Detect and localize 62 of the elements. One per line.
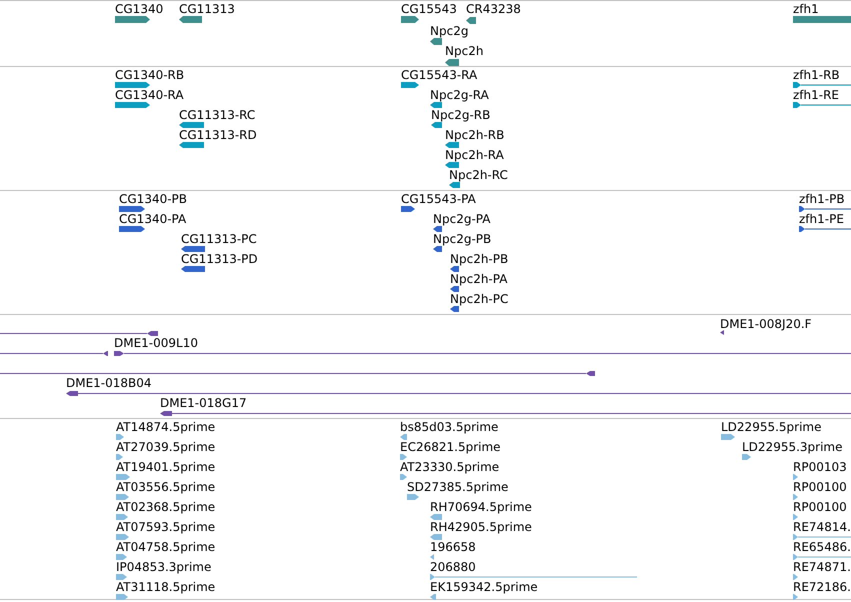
feature-label: LD22955.3prime <box>742 440 843 454</box>
feature-label: RH70694.5prime <box>430 500 532 514</box>
feature-label: CG11313-PC <box>181 232 257 246</box>
feature-label: Npc2h-RA <box>445 148 504 162</box>
feature-label: bs85d03.5prime <box>400 420 498 434</box>
feature-label: CG15543 <box>401 2 457 16</box>
feature-label: AT07593.5prime <box>116 520 216 534</box>
feature-label: Npc2h-PA <box>450 272 508 286</box>
feature-label: RE65486. <box>793 540 851 554</box>
feature-label: Npc2g-PB <box>433 232 492 246</box>
feature-label: AT03556.5prime <box>116 480 216 494</box>
feature-label: AT27039.5prime <box>116 440 216 454</box>
feature-label: AT14874.5prime <box>116 420 216 434</box>
feature-label: RP00100 <box>793 480 847 494</box>
feature-label: zfh1-RE <box>793 88 840 102</box>
feature-label: zfh1-PB <box>799 192 845 206</box>
feature-label: AT23330.5prime <box>400 460 500 474</box>
feature-label: CG15543-RA <box>401 68 478 82</box>
feature-label: Npc2h-PC <box>450 292 508 306</box>
feature-label: RP00100 <box>793 500 847 514</box>
feature-label: zfh1-RB <box>793 68 840 82</box>
feature-label: CG1340-RB <box>115 68 184 82</box>
feature-label: Npc2g-PA <box>433 212 490 226</box>
feature-label: Npc2h-RC <box>449 168 508 182</box>
feature-label: CG11313-RC <box>179 108 256 122</box>
feature-label: RH42905.5prime <box>430 520 532 534</box>
feature-label: Npc2g-RB <box>431 108 490 122</box>
feature-label: DME1-008J20.F <box>720 317 812 331</box>
feature-label: zfh1-PE <box>799 212 844 226</box>
feature-label: CG15543-PA <box>401 192 476 206</box>
feature-label: Npc2h-RB <box>445 128 504 142</box>
feature-label: CG1340 <box>115 2 164 16</box>
feature-label: AT02368.5prime <box>116 500 216 514</box>
feature-label: zfh1 <box>793 2 819 16</box>
feature-label: Npc2g-RA <box>430 88 489 102</box>
feature-label: AT31118.5prime <box>116 580 216 594</box>
feature-label: RP00103 <box>793 460 847 474</box>
feature-label: Npc2g <box>430 24 468 38</box>
feature-label: SD27385.5prime <box>407 480 508 494</box>
feature-label: 196658 <box>430 540 476 554</box>
feature-label: RE72186. <box>793 580 851 594</box>
feature-label: AT04758.5prime <box>116 540 216 554</box>
feature-label: IP04853.3prime <box>116 560 212 574</box>
feature-label: CG1340-PA <box>119 212 186 226</box>
feature-label: CR43238 <box>466 2 521 16</box>
feature-label: AT19401.5prime <box>116 460 216 474</box>
feature-label: LD22955.5prime <box>721 420 822 434</box>
feature-label: CG1340-PB <box>119 192 188 206</box>
feature-label: CG1340-RA <box>115 88 184 102</box>
feature-label: RE74871. <box>793 560 851 574</box>
feature-label: Npc2h-PB <box>450 252 508 266</box>
feature-label: CG11313-PD <box>181 252 258 266</box>
feature-label: DME1-018G17 <box>160 396 247 410</box>
feature-label: CG11313-RD <box>179 128 257 142</box>
feature-label: DME1-009L10 <box>114 336 198 350</box>
feature-label: Npc2h <box>445 44 484 58</box>
feature-label: DME1-018B04 <box>66 376 152 390</box>
feature-label: EK159342.5prime <box>430 580 538 594</box>
feature-label: RE74814. <box>793 520 851 534</box>
feature-label: CG11313 <box>179 2 235 16</box>
feature-label: 206880 <box>430 560 476 574</box>
feature-label: EC26821.5prime <box>400 440 501 454</box>
